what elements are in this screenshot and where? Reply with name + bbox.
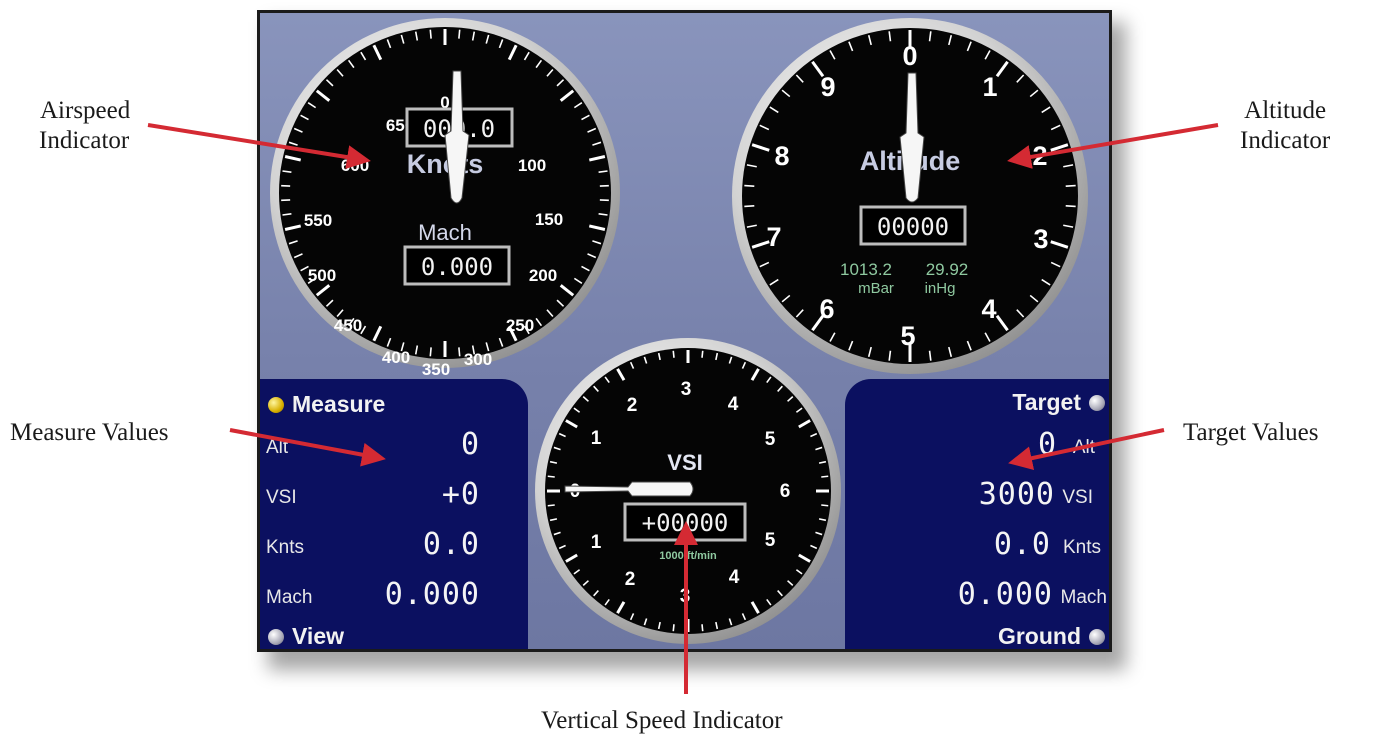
airspeed-arrow xyxy=(147,123,371,169)
altitude-arrow xyxy=(1007,123,1219,169)
measure-arrow xyxy=(229,428,386,467)
target-arrow xyxy=(1008,428,1165,470)
callout-arrows xyxy=(147,123,1219,694)
